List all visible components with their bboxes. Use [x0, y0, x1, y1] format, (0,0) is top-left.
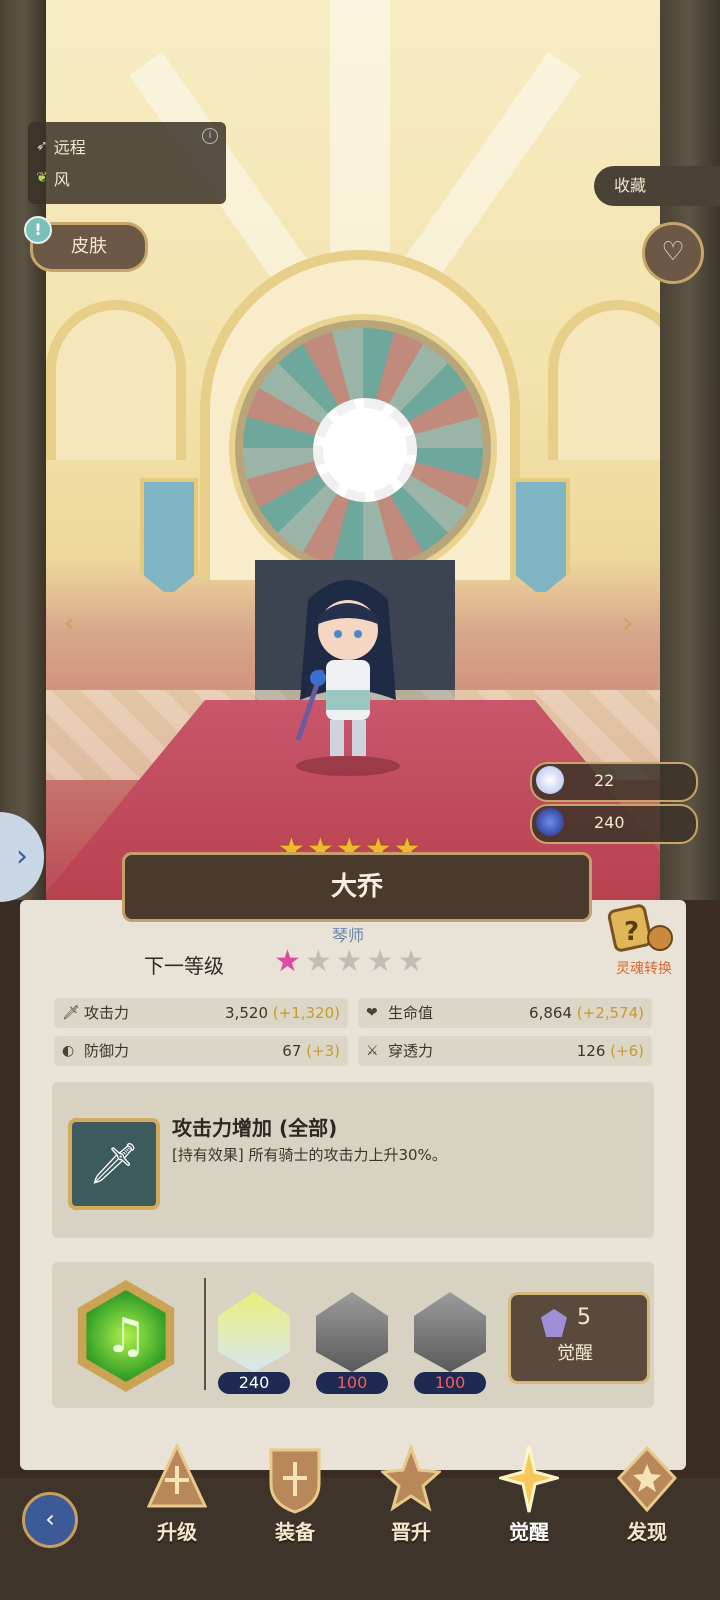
favorite-button[interactable]: 收藏	[594, 166, 720, 206]
hero-sprite[interactable]	[278, 560, 418, 780]
alert-icon: !	[24, 216, 52, 244]
awaken-star-empty-icon: ★	[304, 944, 332, 979]
stat-value: 126 (+6)	[576, 1042, 644, 1060]
resource-white-crystal: 22	[530, 762, 698, 802]
awaken-button-label: 觉醒	[557, 1343, 593, 1364]
awaken-cost: 5	[577, 1305, 591, 1330]
stat-hp: ❤ 生命值 6,864 (+2,574)	[358, 998, 652, 1028]
attack-type-tag: ➶ 远程	[36, 134, 86, 158]
blue-crystal-icon	[536, 808, 564, 836]
upgrade-icon	[147, 1444, 207, 1508]
stat-value: 67 (+3)	[282, 1042, 340, 1060]
stat-value: 6,864 (+2,574)	[529, 1004, 644, 1022]
left-arch	[46, 300, 186, 460]
white-crystal-icon	[536, 766, 564, 794]
stat-attack: 🗡 攻击力 3,520 (+1,320)	[54, 998, 348, 1028]
soul-convert-icon[interactable]: ?	[606, 902, 676, 958]
awaken-star-empty-icon: ★	[335, 944, 363, 979]
left-banner	[140, 478, 198, 596]
back-button[interactable]: ‹	[22, 1492, 78, 1548]
heart-icon: ❤	[366, 1005, 378, 1021]
element-tag: ❦ 风	[36, 166, 70, 190]
nav-equip[interactable]: 装备	[250, 1440, 340, 1550]
next-level-label: 下一等级	[144, 954, 224, 978]
bow-icon: ➶	[36, 138, 48, 154]
material-count: 100	[414, 1372, 486, 1394]
equip-icon	[269, 1448, 321, 1514]
hero-class: 琴师	[332, 926, 365, 945]
stat-label: 穿透力	[388, 1042, 434, 1060]
awaken-icon	[499, 1445, 559, 1513]
pierce-icon: ⚔	[366, 1043, 379, 1059]
awaken-button[interactable]: 5 觉醒	[508, 1292, 650, 1384]
divider	[204, 1278, 206, 1390]
wind-icon: ❦	[36, 170, 48, 186]
right-banner	[512, 478, 570, 596]
nav-label: 升级	[157, 1520, 197, 1544]
promote-icon	[381, 1444, 441, 1512]
awaken-star-empty-icon: ★	[397, 944, 425, 979]
soul-convert-label[interactable]: 灵魂转换	[616, 958, 672, 978]
stained-glass-window	[235, 320, 491, 576]
nav-label: 觉醒	[509, 1520, 549, 1544]
nav-discover[interactable]: 发现	[602, 1440, 692, 1550]
stat-label: 生命值	[388, 1004, 434, 1022]
nav-upgrade[interactable]: 升级	[132, 1440, 222, 1550]
awaken-stars: ★ ★ ★ ★ ★	[274, 944, 425, 979]
material-count: 240	[218, 1372, 290, 1394]
crystal-icon	[541, 1309, 567, 1337]
stat-label: 攻击力	[84, 1004, 130, 1022]
nav-label: 发现	[627, 1520, 667, 1544]
nav-label: 装备	[275, 1520, 315, 1544]
heart-icon[interactable]: ♡	[642, 222, 704, 284]
nav-awaken[interactable]: 觉醒	[484, 1440, 574, 1550]
element-label: 风	[53, 170, 70, 189]
next-hero-arrow[interactable]: ›	[622, 606, 633, 639]
info-icon[interactable]: i	[202, 128, 218, 144]
attack-type-label: 远程	[53, 138, 86, 157]
blue-crystal-count: 240	[594, 813, 625, 832]
effect-description: [持有效果] 所有骑士的攻击力上升30%。	[172, 1146, 447, 1164]
sword-icon: 🗡	[62, 1005, 80, 1021]
effect-title: 攻击力增加 (全部)	[172, 1116, 338, 1140]
stat-penetration: ⚔ 穿透力 126 (+6)	[358, 1036, 652, 1066]
awaken-star-empty-icon: ★	[366, 944, 394, 979]
nav-label: 晋升	[391, 1520, 431, 1544]
svg-text:?: ?	[624, 917, 639, 947]
awaken-star-filled-icon: ★	[274, 944, 301, 979]
discover-icon	[617, 1445, 677, 1513]
material-count: 100	[316, 1372, 388, 1394]
stat-defense: ◐ 防御力 67 (+3)	[54, 1036, 348, 1066]
hero-name: 大乔	[122, 852, 592, 922]
prev-hero-arrow[interactable]: ‹	[64, 606, 75, 639]
nav-promote[interactable]: 晋升	[366, 1440, 456, 1550]
light-beam	[399, 52, 581, 288]
resource-blue-crystal: 240	[530, 804, 698, 844]
gear-emblem	[313, 398, 417, 502]
white-crystal-count: 22	[594, 771, 615, 790]
dagger-icon: 🗡	[68, 1118, 160, 1210]
hero-tags-panel: i ➶ 远程 ❦ 风	[28, 122, 226, 204]
shield-icon: ◐	[62, 1043, 75, 1059]
stat-value: 3,520 (+1,320)	[225, 1004, 340, 1022]
stat-label: 防御力	[84, 1042, 130, 1060]
